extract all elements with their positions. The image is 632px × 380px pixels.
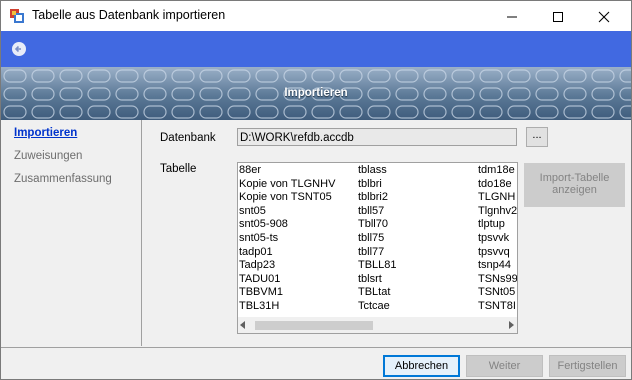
table-column-3: tdm18e tdo18e TLGNH Tlgnhv2 tlptup tpsvvk tpsv…: [478, 164, 517, 314]
maximize-icon: [553, 11, 563, 22]
minimize-button[interactable]: [489, 1, 535, 31]
table-list-item[interactable]: Tadp23: [239, 259, 335, 273]
table-list-item[interactable]: Tlgnhv2: [478, 205, 517, 219]
table-list-item[interactable]: TBBVM1: [239, 286, 335, 300]
table-list-item[interactable]: Kopie von TLGNHV: [239, 178, 335, 192]
close-icon: [598, 11, 610, 23]
table-list-item[interactable]: Tbll70: [358, 218, 397, 232]
table-list-item[interactable]: tbll77: [358, 246, 397, 260]
table-list-item[interactable]: Tctcae: [358, 300, 397, 314]
table-list-item[interactable]: Kopie von TSNT05: [239, 191, 335, 205]
table-list-item[interactable]: 88er: [239, 164, 335, 178]
navigation-bar: [1, 31, 631, 67]
table-column-1: 88er Kopie von TLGNHV Kopie von TSNT05 snt0…: [239, 164, 335, 314]
table-list-item[interactable]: tblsrt: [358, 273, 397, 287]
database-label: Datenbank: [160, 132, 216, 144]
title-bar: Tabelle aus Datenbank importieren: [1, 1, 631, 31]
show-import-table-button[interactable]: Import-Tabelle anzeigen: [524, 163, 625, 207]
table-list-item[interactable]: tblbri2: [358, 191, 397, 205]
scrollbar-thumb[interactable]: [255, 321, 373, 330]
table-list-item[interactable]: TBLtat: [358, 286, 397, 300]
table-list-item[interactable]: snt05: [239, 205, 335, 219]
table-list-item[interactable]: snt05-ts: [239, 232, 335, 246]
close-button[interactable]: [581, 1, 627, 31]
header-banner: Importieren: [1, 67, 631, 120]
table-list-item[interactable]: tsnp44: [478, 259, 517, 273]
minimize-icon: [507, 16, 517, 18]
banner-title: Importieren: [284, 87, 348, 99]
scroll-left-icon[interactable]: [240, 321, 245, 329]
table-list-item[interactable]: TBL31H: [239, 300, 335, 314]
cancel-button[interactable]: Abbrechen: [383, 355, 460, 377]
window-title: Tabelle aus Datenbank importieren: [32, 8, 226, 22]
table-list-item[interactable]: TLGNH: [478, 191, 517, 205]
wizard-footer: Abbrechen Weiter Fertigstellen: [1, 347, 631, 379]
database-path-field[interactable]: D:\WORK\refdb.accdb: [237, 128, 517, 146]
table-label: Tabelle: [160, 163, 197, 175]
finish-button[interactable]: Fertigstellen: [549, 355, 626, 377]
table-list-item[interactable]: tpsvvq: [478, 246, 517, 260]
table-list-item[interactable]: tbll75: [358, 232, 397, 246]
table-list-item[interactable]: tbll57: [358, 205, 397, 219]
table-list-item[interactable]: TSNt05: [478, 286, 517, 300]
next-button[interactable]: Weiter: [466, 355, 543, 377]
browse-button[interactable]: ...: [526, 127, 548, 147]
import-dialog-window: Tabelle aus Datenbank importieren Import…: [0, 0, 632, 380]
table-list-item[interactable]: tlptup: [478, 218, 517, 232]
back-arrow-icon: [14, 45, 21, 53]
table-list-item[interactable]: tdo18e: [478, 178, 517, 192]
table-list-item[interactable]: tblbri: [358, 178, 397, 192]
table-list-item[interactable]: TSNs99: [478, 273, 517, 287]
import-form: Datenbank D:\WORK\refdb.accdb ... Tabell…: [142, 120, 631, 346]
app-icon: [10, 9, 24, 23]
table-list-item[interactable]: tblass: [358, 164, 397, 178]
table-list-item[interactable]: tdm18e: [478, 164, 517, 178]
table-list-item[interactable]: TSNT8I: [478, 300, 517, 314]
table-list-item[interactable]: TBLL81: [358, 259, 397, 273]
wizard-steps-sidebar: Importieren Zuweisungen Zusammenfassung: [1, 120, 142, 346]
back-button[interactable]: [12, 42, 26, 56]
table-list-item[interactable]: tpsvvk: [478, 232, 517, 246]
table-column-2: tblass tblbri tblbri2 tbll57 Tbll70 tbll75 tbl…: [358, 164, 397, 314]
step-zuweisungen[interactable]: Zuweisungen: [14, 150, 82, 162]
table-list-item[interactable]: tadp01: [239, 246, 335, 260]
table-listbox[interactable]: 88er Kopie von TLGNHV Kopie von TSNT05 snt0…: [237, 162, 518, 334]
table-list-item[interactable]: TADU01: [239, 273, 335, 287]
table-list-item[interactable]: snt05-908: [239, 218, 335, 232]
step-zusammenfassung[interactable]: Zusammenfassung: [14, 173, 112, 185]
step-importieren[interactable]: Importieren: [14, 127, 77, 139]
horizontal-scrollbar[interactable]: [238, 317, 517, 333]
scroll-right-icon[interactable]: [509, 321, 514, 329]
maximize-button[interactable]: [535, 1, 581, 31]
